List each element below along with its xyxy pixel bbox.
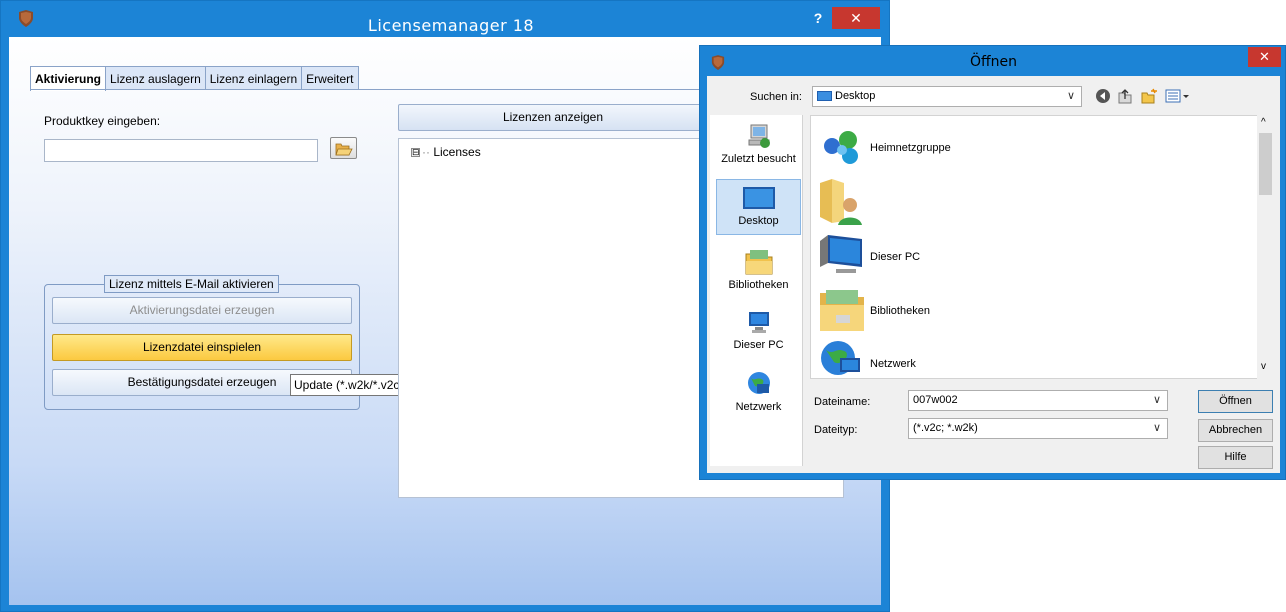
dialog-title: Öffnen xyxy=(969,54,1018,70)
place-label: Bibliotheken xyxy=(728,279,789,291)
group-title: Lizenz mittels E-Mail aktivieren xyxy=(104,275,279,293)
back-icon[interactable] xyxy=(1094,87,1112,105)
cancel-button[interactable]: Abbrechen xyxy=(1198,419,1273,442)
chevron-down-icon: ∨ xyxy=(1152,422,1161,434)
create-activation-file-button[interactable]: Aktivierungsdatei erzeugen xyxy=(52,297,352,324)
window-title: Licensemanager 18 xyxy=(367,16,535,35)
network-icon xyxy=(747,372,770,394)
tab-erweitert[interactable]: Erweitert xyxy=(301,66,359,90)
open-folder-icon xyxy=(334,143,353,155)
list-item[interactable]: Bibliotheken xyxy=(818,285,1238,335)
tab-bar: Aktivierung Lizenz auslagern Lizenz einl… xyxy=(30,66,359,91)
chevron-down-icon: ∨ xyxy=(1066,90,1075,102)
file-name: Heimnetzgruppe xyxy=(870,142,951,154)
filetype-select[interactable]: (*.v2c; *.w2k) ∨ xyxy=(908,418,1168,439)
help-button[interactable]: ? xyxy=(806,9,830,29)
dialog-close-button[interactable]: ✕ xyxy=(1248,47,1281,67)
show-licenses-button[interactable]: Lizenzen anzeigen xyxy=(398,104,708,131)
list-item[interactable] xyxy=(818,177,1238,227)
scroll-down-icon[interactable]: v xyxy=(1261,361,1266,372)
list-item[interactable]: Netzwerk xyxy=(818,338,1238,378)
place-libraries[interactable]: Bibliotheken xyxy=(716,246,801,298)
filename-input[interactable]: 007w002 ∨ xyxy=(908,390,1168,411)
up-folder-icon[interactable] xyxy=(1116,87,1134,105)
file-name: Bibliotheken xyxy=(870,305,930,317)
homegroup-icon xyxy=(824,131,858,164)
libraries-icon xyxy=(820,290,864,331)
desktop-icon xyxy=(817,91,832,101)
shield-icon xyxy=(19,10,33,27)
user-folder-icon xyxy=(820,179,862,225)
desktop-icon xyxy=(742,187,775,209)
filename-value: 007w002 xyxy=(913,394,958,406)
tab-aktivierung[interactable]: Aktivierung xyxy=(30,66,107,91)
scrollbar-thumb[interactable] xyxy=(1259,133,1272,195)
place-label: Desktop xyxy=(738,215,779,227)
main-titlebar[interactable]: Licensemanager 18 ? ✕ xyxy=(1,1,889,35)
place-label: Zuletzt besucht xyxy=(721,153,796,165)
place-recent[interactable]: Zuletzt besucht xyxy=(716,122,801,174)
list-item[interactable]: Dieser PC xyxy=(818,231,1238,281)
look-in-combo[interactable]: Desktop ∨ xyxy=(812,86,1082,107)
file-name: Netzwerk xyxy=(870,358,916,370)
place-desktop[interactable]: Desktop xyxy=(716,179,801,235)
tab-lizenz-auslagern[interactable]: Lizenz auslagern xyxy=(105,66,206,90)
recent-places-icon xyxy=(748,124,770,148)
browse-button[interactable] xyxy=(330,137,357,159)
product-key-label: Produktkey eingeben: xyxy=(44,114,161,128)
tree-node-label: Licenses xyxy=(433,145,481,159)
place-network[interactable]: Netzwerk xyxy=(716,370,801,422)
import-license-file-button[interactable]: Lizenzdatei einspielen xyxy=(52,334,352,361)
filetype-value: (*.v2c; *.w2k) xyxy=(913,422,978,434)
collapse-icon[interactable]: ⊟ xyxy=(411,148,420,157)
tree-node-licenses[interactable]: ⊟ ·· Licenses xyxy=(411,145,481,159)
look-in-label: Suchen in: xyxy=(750,91,802,103)
tab-lizenz-einlagern[interactable]: Lizenz einlagern xyxy=(204,66,303,90)
computer-icon xyxy=(748,312,769,333)
close-button[interactable]: ✕ xyxy=(832,7,880,29)
list-item[interactable]: Heimnetzgruppe xyxy=(818,122,1238,172)
place-label: Dieser PC xyxy=(733,339,784,351)
filename-label: Dateiname: xyxy=(814,396,871,408)
open-button[interactable]: Öffnen xyxy=(1198,390,1273,413)
place-this-pc[interactable]: Dieser PC xyxy=(716,308,801,360)
scroll-up-icon[interactable]: ^ xyxy=(1261,117,1266,128)
chevron-down-icon[interactable]: ∨ xyxy=(1153,391,1161,410)
network-icon xyxy=(821,341,860,375)
help-button[interactable]: Hilfe xyxy=(1198,446,1273,469)
place-label: Netzwerk xyxy=(735,401,782,413)
product-key-input[interactable] xyxy=(44,139,318,162)
file-name: Dieser PC xyxy=(870,251,921,263)
filetype-label: Dateityp: xyxy=(814,424,858,436)
computer-icon xyxy=(820,235,862,273)
view-menu-icon[interactable] xyxy=(1164,87,1194,105)
look-in-value: Desktop xyxy=(835,90,876,102)
libraries-icon xyxy=(745,250,772,275)
new-folder-icon[interactable] xyxy=(1140,87,1158,105)
